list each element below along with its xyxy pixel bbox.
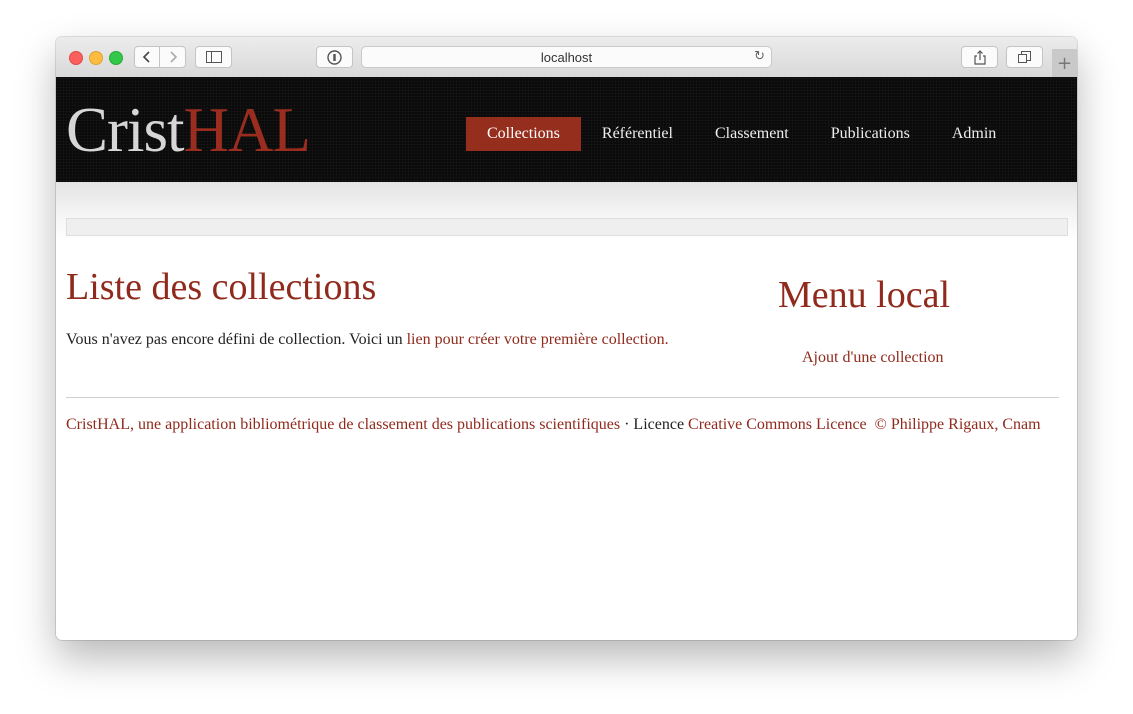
password-icon xyxy=(327,49,342,65)
browser-window: localhost ↻ + CristHAL Collections Référ… xyxy=(56,37,1077,640)
browser-toolbar: localhost ↻ + xyxy=(56,37,1077,78)
back-button[interactable] xyxy=(134,46,160,68)
password-manager-button[interactable] xyxy=(316,46,353,68)
page-title: Liste des collections xyxy=(66,266,377,308)
footer-license-link[interactable]: Creative Commons Licence xyxy=(688,416,867,433)
nav-admin[interactable]: Admin xyxy=(931,117,1017,151)
share-button[interactable] xyxy=(961,46,998,68)
main-nav: Collections Référentiel Classement Publi… xyxy=(466,117,1017,151)
nav-referentiel[interactable]: Référentiel xyxy=(581,117,694,151)
nav-collections[interactable]: Collections xyxy=(466,117,581,151)
new-tab-button[interactable]: + xyxy=(1052,49,1077,77)
footer-app-link[interactable]: CristHAL, une application bibliométrique… xyxy=(66,416,620,433)
logo-part-hal: HAL xyxy=(183,95,311,165)
nav-publications[interactable]: Publications xyxy=(810,117,931,151)
site-logo[interactable]: CristHAL xyxy=(66,95,311,165)
breadcrumb xyxy=(66,218,1068,236)
tabs-overview-button[interactable] xyxy=(1006,46,1043,68)
reload-icon[interactable]: ↻ xyxy=(754,49,765,64)
history-nav xyxy=(134,46,186,68)
tabs-icon xyxy=(1018,50,1031,63)
chevron-right-icon xyxy=(169,51,177,63)
footer-license-text: · Licence xyxy=(620,416,689,433)
create-collection-link[interactable]: lien pour créer votre première collectio… xyxy=(407,331,669,348)
minimize-window-button[interactable] xyxy=(89,51,103,65)
chevron-left-icon xyxy=(142,51,150,63)
logo-part-crist: Crist xyxy=(66,95,185,165)
zoom-window-button[interactable] xyxy=(109,51,123,65)
local-menu-title: Menu local xyxy=(778,274,951,316)
add-collection-link[interactable]: Ajout d'une collection xyxy=(802,349,944,367)
address-bar[interactable]: localhost ↻ xyxy=(361,46,772,68)
footer: CristHAL, une application bibliométrique… xyxy=(66,416,1041,434)
forward-button[interactable] xyxy=(160,46,186,68)
intro-text: Vous n'avez pas encore défini de collect… xyxy=(66,331,669,349)
site-header: CristHAL Collections Référentiel Classem… xyxy=(56,77,1077,185)
sidebar-button[interactable] xyxy=(195,46,232,68)
intro-static-text: Vous n'avez pas encore défini de collect… xyxy=(66,331,407,348)
close-window-button[interactable] xyxy=(69,51,83,65)
footer-divider xyxy=(66,397,1059,398)
footer-copyright-link[interactable]: © Philippe Rigaux, Cnam xyxy=(875,416,1041,433)
url-text: localhost xyxy=(540,49,593,65)
sidebar-icon xyxy=(205,51,222,63)
share-icon xyxy=(973,49,986,65)
nav-classement[interactable]: Classement xyxy=(694,117,810,151)
